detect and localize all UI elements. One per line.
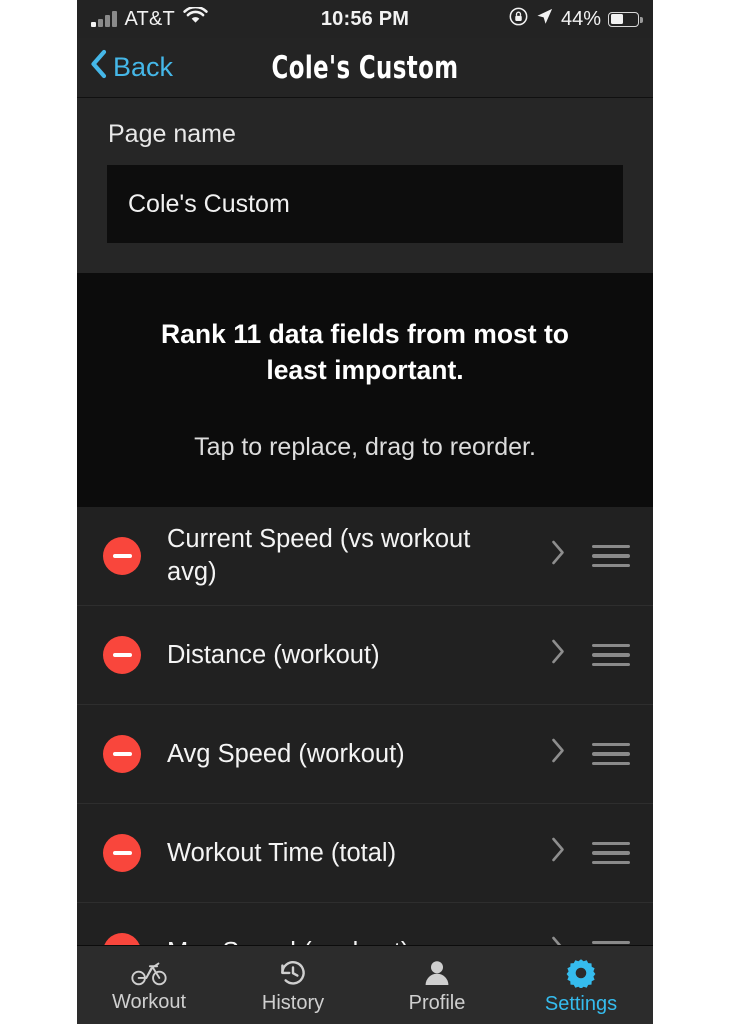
minus-circle-icon[interactable] xyxy=(103,735,141,774)
tab-settings-label: Settings xyxy=(544,993,618,1015)
status-bar-center: 10:56 PM xyxy=(321,8,409,31)
page-name-section: Page name xyxy=(77,98,653,273)
phone-screen: AT&T 10:56 PM 44% Back Cole's Custom Pag… xyxy=(77,0,653,1024)
battery-percent-label: 44% xyxy=(560,7,601,30)
drag-handle-icon[interactable] xyxy=(579,545,653,567)
back-button-label: Back xyxy=(113,52,174,82)
settings-scroll-area[interactable]: Page name Rank 11 data fields from most … xyxy=(77,98,653,1024)
minus-circle-icon[interactable] xyxy=(103,537,141,576)
battery-icon xyxy=(608,11,643,27)
drag-handle-icon[interactable] xyxy=(579,743,653,765)
history-clock-icon xyxy=(278,959,308,987)
minus-circle-icon[interactable] xyxy=(103,834,141,873)
field-label: Avg Speed (workout) xyxy=(167,739,405,768)
carrier-label: AT&T xyxy=(124,7,175,30)
chevron-left-icon xyxy=(89,49,107,86)
status-bar: AT&T 10:56 PM 44% xyxy=(77,0,653,38)
table-row[interactable]: Distance (workout) xyxy=(77,606,653,706)
chevron-right-icon[interactable] xyxy=(537,737,579,771)
instructions-heading: Rank 11 data fields from most to least i… xyxy=(161,319,569,385)
clock-time: 10:56 PM xyxy=(320,7,410,30)
instructions-section: Rank 11 data fields from most to least i… xyxy=(77,273,653,508)
nav-bar: Back Cole's Custom xyxy=(77,38,653,98)
field-label: Current Speed (vs workout avg) xyxy=(167,525,471,587)
page-name-input[interactable] xyxy=(107,165,623,243)
tab-profile-label: Profile xyxy=(408,992,466,1014)
page-title: Cole's Custom xyxy=(271,49,459,86)
tab-workout-label: Workout xyxy=(111,991,187,1013)
person-icon xyxy=(423,959,451,987)
table-row[interactable]: Avg Speed (workout) xyxy=(77,705,653,805)
drag-handle-icon[interactable] xyxy=(579,842,653,864)
field-label: Distance (workout) xyxy=(167,640,380,669)
chevron-right-icon[interactable] xyxy=(537,836,579,870)
tab-settings[interactable]: Settings xyxy=(509,946,653,1024)
tab-history[interactable]: History xyxy=(221,946,365,1024)
cellular-signal-icon xyxy=(91,11,117,27)
instructions-subtext: Tap to replace, drag to reorder. xyxy=(194,432,536,461)
bicycle-icon xyxy=(131,960,167,986)
chevron-right-icon[interactable] xyxy=(537,539,579,573)
location-arrow-icon xyxy=(535,7,554,32)
status-bar-left: AT&T xyxy=(91,5,321,31)
minus-circle-icon[interactable] xyxy=(103,636,141,675)
page-name-label: Page name xyxy=(108,120,236,148)
wifi-icon xyxy=(183,5,208,31)
field-label: Workout Time (total) xyxy=(167,838,397,867)
tab-history-label: History xyxy=(261,992,325,1014)
table-row[interactable]: Current Speed (vs workout avg) xyxy=(77,507,653,607)
tab-profile[interactable]: Profile xyxy=(365,946,509,1024)
rotation-lock-icon xyxy=(509,7,528,32)
tab-bar: Workout History Profile Settings xyxy=(77,945,653,1024)
status-bar-right: 44% xyxy=(409,7,643,32)
gear-icon xyxy=(566,958,596,988)
table-row[interactable]: Workout Time (total) xyxy=(77,804,653,904)
tab-workout[interactable]: Workout xyxy=(77,946,221,1024)
back-button[interactable]: Back xyxy=(77,49,173,86)
drag-handle-icon[interactable] xyxy=(579,644,653,666)
chevron-right-icon[interactable] xyxy=(537,638,579,672)
